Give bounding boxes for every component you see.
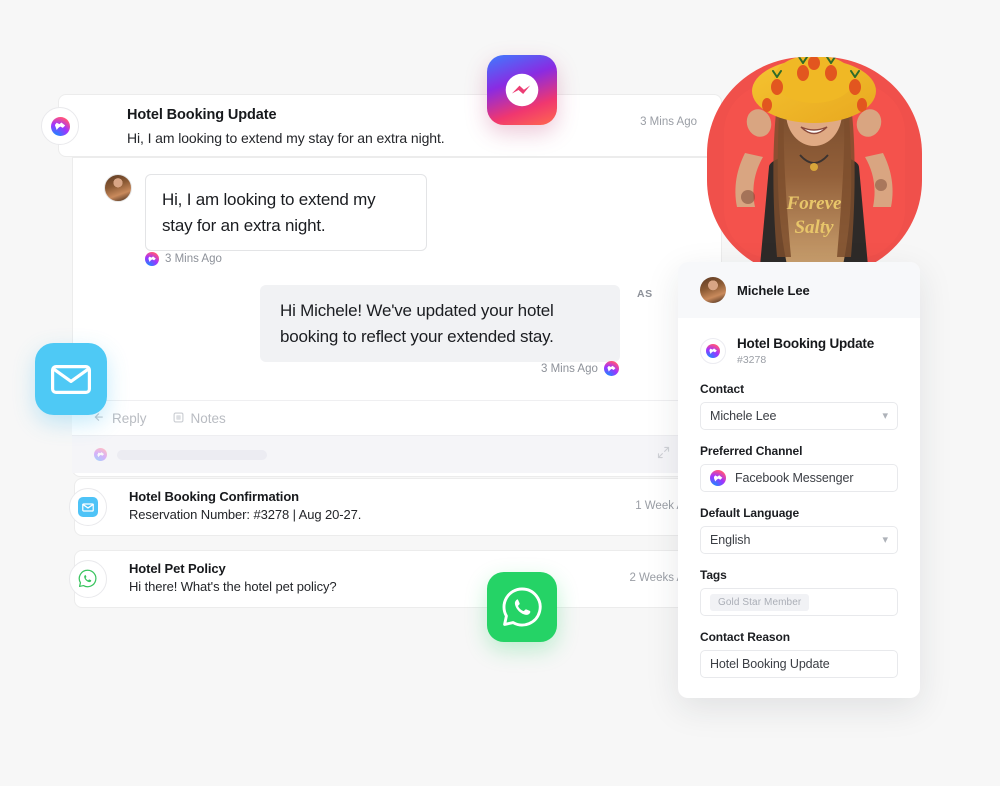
list-item-channel-badge-email	[69, 488, 107, 526]
messenger-icon	[603, 361, 619, 376]
contact-reason-field[interactable]: Hotel Booking Update	[700, 650, 898, 679]
message-incoming-time: 3 Mins Ago	[165, 253, 222, 265]
ticket-channel-badge	[700, 338, 726, 364]
message-incoming-meta: 3 Mins Ago	[145, 252, 222, 266]
expand-diagonal-icon[interactable]	[657, 446, 670, 464]
email-app-icon[interactable]	[35, 343, 107, 415]
messenger-app-icon[interactable]	[487, 55, 557, 125]
conversation-preview: Hi, I am looking to extend my stay for a…	[127, 129, 445, 146]
tab-notes-label: Notes	[190, 410, 226, 426]
agent-initials-badge: AS	[637, 288, 653, 300]
svg-text:Salty: Salty	[794, 217, 834, 238]
contact-details-panel: Michele Lee Hotel Booking Update #3278 C…	[678, 262, 920, 698]
messenger-icon	[50, 116, 70, 136]
composer-tabbar: Reply Notes	[72, 400, 722, 435]
message-bubble-outgoing: Hi Michele! We've updated your hotel boo…	[260, 285, 620, 362]
screenshot-stage: Hotel Booking Update Hi, I am looking to…	[0, 0, 1000, 786]
hero-person-illustration: Foreve Salty	[735, 57, 893, 277]
ticket-summary: Hotel Booking Update #3278	[700, 336, 898, 366]
composer-input-area[interactable]	[72, 435, 722, 473]
message-outgoing-meta: 3 Mins Ago	[541, 361, 619, 376]
conversation-title: Hotel Booking Update	[127, 107, 277, 123]
messenger-icon	[94, 448, 107, 461]
note-square-icon	[173, 411, 184, 426]
avatar	[700, 277, 726, 303]
field-label-default-language: Default Language	[700, 506, 800, 521]
message-incoming: Hi, I am looking to extend my stay for a…	[104, 174, 427, 251]
ticket-title: Hotel Booking Update	[737, 336, 874, 351]
tab-notes[interactable]: Notes	[173, 411, 226, 426]
whatsapp-icon	[77, 568, 99, 590]
chevron-down-icon: ▾	[882, 533, 888, 546]
contact-panel-name: Michele Lee	[737, 282, 810, 298]
default-language-value: English	[710, 533, 751, 548]
message-outgoing-time: 3 Mins Ago	[541, 362, 598, 375]
messenger-icon	[145, 252, 159, 266]
messenger-icon	[710, 470, 726, 487]
list-item[interactable]: Hotel Pet Policy Hi there! What's the ho…	[74, 550, 722, 608]
composer-placeholder	[117, 449, 267, 460]
tag-chip[interactable]: Gold Star Member	[710, 593, 810, 611]
tab-reply-label: Reply	[112, 410, 147, 426]
message-bubble-incoming: Hi, I am looking to extend my stay for a…	[145, 174, 427, 251]
preferred-channel-field[interactable]: Facebook Messenger	[700, 464, 898, 493]
contact-select-value: Michele Lee	[710, 409, 777, 424]
tab-reply[interactable]: Reply	[94, 411, 147, 426]
contact-hero-photo: Foreve Salty	[707, 57, 922, 277]
contact-reason-value: Hotel Booking Update	[710, 657, 830, 672]
list-item[interactable]: Hotel Booking Confirmation Reservation N…	[74, 478, 722, 536]
field-label-tags: Tags	[700, 568, 727, 583]
contact-avatar	[104, 174, 132, 202]
whatsapp-app-icon[interactable]	[487, 572, 557, 642]
field-label-contact: Contact	[700, 382, 744, 397]
conversation-timestamp: 3 Mins Ago	[640, 116, 697, 128]
default-language-select[interactable]: English ▾	[700, 526, 898, 555]
email-icon	[78, 497, 98, 517]
svg-text:Foreve: Foreve	[786, 193, 842, 214]
messenger-icon	[706, 344, 720, 358]
tags-field[interactable]: Gold Star Member	[700, 588, 898, 617]
field-label-preferred-channel: Preferred Channel	[700, 444, 803, 459]
contact-panel-header: Michele Lee	[678, 262, 920, 318]
preferred-channel-value: Facebook Messenger	[735, 471, 854, 486]
list-item-preview: Reservation Number: #3278 | Aug 20-27.	[129, 507, 362, 522]
conversation-channel-badge	[41, 107, 79, 145]
chevron-down-icon: ▾	[882, 409, 888, 422]
field-label-contact-reason: Contact Reason	[700, 630, 790, 645]
list-item-channel-badge-whatsapp	[69, 560, 107, 598]
contact-select[interactable]: Michele Lee ▾	[700, 402, 898, 431]
list-item-title: Hotel Booking Confirmation	[129, 489, 299, 504]
ticket-id: #3278	[737, 354, 767, 367]
conversation-header-card[interactable]: Hotel Booking Update Hi, I am looking to…	[58, 94, 722, 157]
